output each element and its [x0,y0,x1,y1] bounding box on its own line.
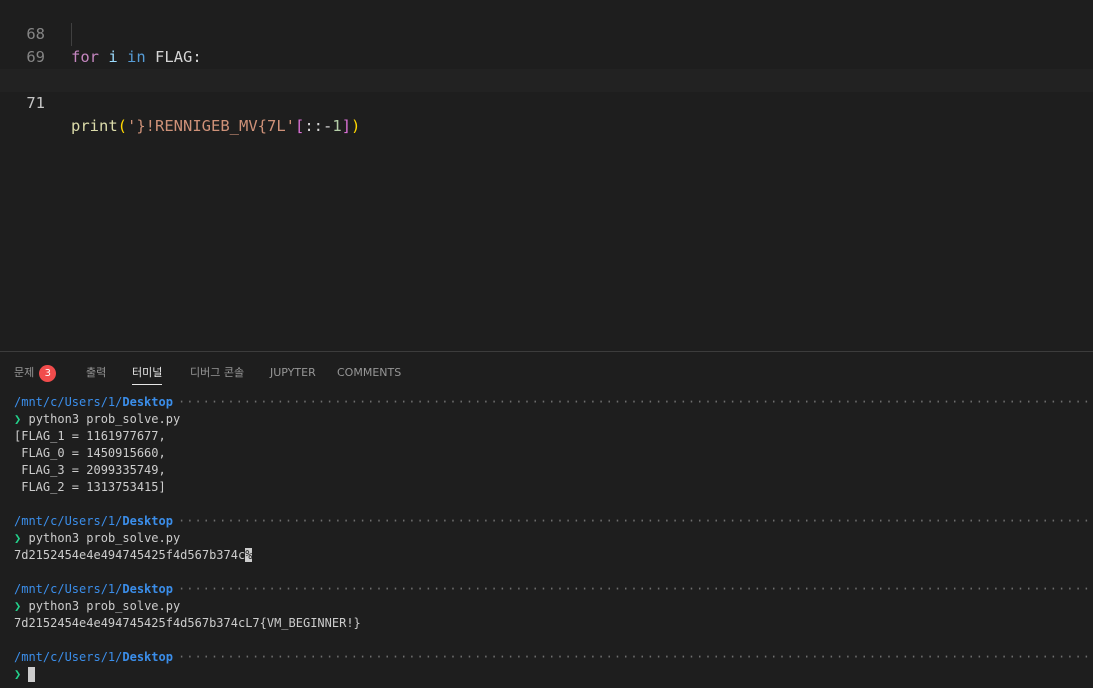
tab-terminal[interactable]: 터미널 [132,362,163,385]
terminal-command-line: ❯ python3 prob_solve.py [14,530,1089,547]
tab-label: COMMENTS [337,366,402,379]
terminal-path-line: /mnt/c/Users/1/Desktop [14,581,1089,598]
tab-debug-console[interactable]: 디버그 콘솔 [190,362,244,384]
code-text: for i in FLAG: [71,48,202,66]
prompt-chevron-icon: ❯ [14,599,22,613]
path-prefix: /mnt/c/Users/1/ [14,395,123,409]
path-folder: Desktop [122,514,173,528]
terminal-output-line: 7d2152454e4e494745425f4d567b374cL7{VM_BE… [14,616,361,630]
path-prefix: /mnt/c/Users/1/ [14,514,123,528]
tab-output[interactable]: 출력 [86,362,106,384]
path-folder: Desktop [122,582,173,596]
prompt-chevron-icon: ❯ [14,531,22,545]
terminal-path-line: /mnt/c/Users/1/Desktop [14,649,1089,666]
prompt-separator [178,513,1089,530]
code-line-70[interactable]: 70 [0,46,45,89]
terminal-output-line: [FLAG_1 = 1161977677, [14,429,166,443]
bottom-panel: 문제 3 출력 터미널 디버그 콘솔 JUPYTER COMMENTS /mnt/… [0,351,1093,688]
tab-comments[interactable]: COMMENTS [337,362,401,384]
path-folder: Desktop [122,650,173,664]
code-line-69[interactable]: 69 print(hex(m[i].as_long()).replace('0x… [0,23,575,89]
path-prefix: /mnt/c/Users/1/ [14,650,123,664]
output-text: 7d2152454e4e494745425f4d567b374c [14,548,246,562]
path-prefix: /mnt/c/Users/1/ [14,582,123,596]
prompt-chevron-icon: ❯ [14,667,22,681]
no-newline-marker: % [245,548,253,562]
terminal-output-line: FLAG_0 = 1450915660, [14,446,166,460]
tab-label: JUPYTER [270,366,316,379]
code-line-68[interactable]: 68 for i in FLAG: [0,0,201,66]
code-line-71[interactable]: 71 print('}!RENNIGEB_MV{7L'[::-1]) [0,69,1093,135]
tab-jupyter[interactable]: JUPYTER [270,362,316,384]
terminal-output-line: 7d2152454e4e494745425f4d567b374c% [14,547,1089,564]
terminal-path-line: /mnt/c/Users/1/Desktop [14,513,1089,530]
problems-count-badge: 3 [39,364,57,382]
prompt-separator [178,581,1089,598]
terminal-output-line: FLAG_3 = 2099335749, [14,463,166,477]
terminal-output[interactable]: /mnt/c/Users/1/Desktop ❯ python3 prob_so… [14,394,1089,683]
prompt-separator [178,394,1089,411]
prompt-separator [178,649,1089,666]
terminal-command-line: ❯ python3 prob_solve.py [14,598,1089,615]
tab-label: 출력 [86,366,107,379]
panel-tabs: 문제 3 출력 터미널 디버그 콘솔 JUPYTER COMMENTS [0,352,1093,390]
terminal-output-line: FLAG_2 = 1313753415] [14,480,166,494]
terminal-cursor [28,667,36,682]
tab-problems[interactable]: 문제 3 [14,362,57,384]
code-text: print('}!RENNIGEB_MV{7L'[::-1]) [71,117,361,135]
command-text: python3 prob_solve.py [28,412,181,426]
tab-label: 터미널 [132,366,163,379]
terminal-path-line: /mnt/c/Users/1/Desktop [14,394,1089,411]
indent-guide [71,23,72,46]
command-text: python3 prob_solve.py [28,599,181,613]
prompt-chevron-icon: ❯ [14,412,22,426]
tab-label: 디버그 콘솔 [190,366,245,379]
tab-label: 문제 [14,366,35,379]
command-text: python3 prob_solve.py [28,531,181,545]
terminal-command-line: ❯ python3 prob_solve.py [14,411,1089,428]
path-folder: Desktop [122,395,173,409]
line-number: 71 [26,94,45,112]
code-editor[interactable]: 68 for i in FLAG: 69 print(hex(m[i].as_l… [0,0,1093,351]
terminal-input-line[interactable]: ❯ [14,666,1089,683]
